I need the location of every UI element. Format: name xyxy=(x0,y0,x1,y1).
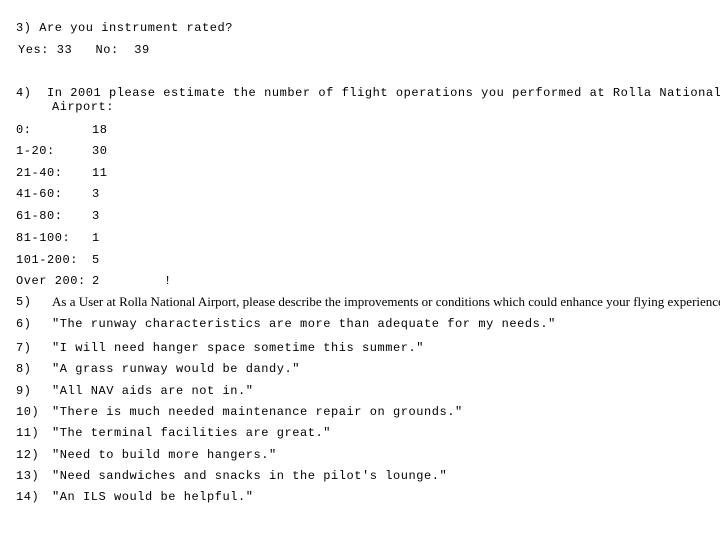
question-4-heading: 4) In 2001 please estimate the number of… xyxy=(16,86,720,100)
comment-row: 14) "An ILS would be helpful." xyxy=(0,490,720,504)
tally-label: 21-40: xyxy=(16,166,63,180)
tally-row: Over 200: 2 xyxy=(0,274,720,288)
tally-row: 0: 18 xyxy=(0,123,720,137)
tally-row: 1-20: 30 xyxy=(0,144,720,158)
tally-label: 0: xyxy=(16,123,32,137)
stray-mark: ! xyxy=(164,274,172,288)
comment-number: 11) xyxy=(16,426,40,440)
question-5-text: As a User at Rolla National Airport, ple… xyxy=(52,294,720,309)
question-3-answers: Yes: 33 No: 39 xyxy=(18,43,150,57)
tally-row: 81-100: 1 xyxy=(0,231,720,245)
comment-row: 6) "The runway characteristics are more t… xyxy=(0,317,720,331)
tally-row: 41-60: 3 xyxy=(0,187,720,201)
question-4-number: 4) xyxy=(16,86,32,100)
comment-text: "I will need hanger space sometime this … xyxy=(52,341,425,355)
comment-row: 10) "There is much needed maintenance rep… xyxy=(0,405,720,419)
comment-text: "Need sandwiches and snacks in the pilot… xyxy=(52,469,448,483)
question-3-text: Are you instrument rated? xyxy=(39,21,234,35)
tally-value: 11 xyxy=(92,166,108,180)
comment-number: 7) xyxy=(16,341,32,355)
tally-value: 5 xyxy=(92,253,100,267)
comment-number: 10) xyxy=(16,405,40,419)
comment-text: "The runway characteristics are more tha… xyxy=(52,317,556,331)
comment-number: 8) xyxy=(16,362,32,376)
comment-row: 12) "Need to build more hangers." xyxy=(0,448,720,462)
tally-value: 3 xyxy=(92,187,100,201)
comment-row: 11) "The terminal facilities are great." xyxy=(0,426,720,440)
comment-row: 8) "A grass runway would be dandy." xyxy=(0,362,720,376)
tally-row: 21-40: 11 xyxy=(0,166,720,180)
survey-results-page: 3) Are you instrument rated? Yes: 33 No:… xyxy=(0,0,720,540)
tally-label: 61-80: xyxy=(16,209,63,223)
tally-label: 41-60: xyxy=(16,187,63,201)
question-3-number: 3) xyxy=(16,21,32,35)
comment-text: "The terminal facilities are great." xyxy=(52,426,332,440)
tally-label: 81-100: xyxy=(16,231,71,245)
comment-text: "A grass runway would be dandy." xyxy=(52,362,301,376)
comment-row: 9) "All NAV aids are not in." xyxy=(0,384,720,398)
comment-number: 9) xyxy=(16,384,32,398)
tally-row: 61-80: 3 xyxy=(0,209,720,223)
comment-text: "An ILS would be helpful." xyxy=(52,490,254,504)
tally-value: 2 xyxy=(92,274,100,288)
comment-row: 13) "Need sandwiches and snacks in the pi… xyxy=(0,469,720,483)
question-4-text-line-1: In 2001 please estimate the number of fl… xyxy=(47,86,720,100)
comment-number: 13) xyxy=(16,469,40,483)
tally-value: 30 xyxy=(92,144,108,158)
tally-label: Over 200: xyxy=(16,274,86,288)
question-4-text-line-2: Airport: xyxy=(52,100,115,114)
question-3-heading: 3) Are you instrument rated? xyxy=(16,21,233,35)
tally-label: 1-20: xyxy=(16,144,55,158)
tally-value: 3 xyxy=(92,209,100,223)
comment-text: "Need to build more hangers." xyxy=(52,448,277,462)
comment-number: 12) xyxy=(16,448,40,462)
tally-label: 101-200: xyxy=(16,253,79,267)
tally-value: 1 xyxy=(92,231,100,245)
comment-number: 6) xyxy=(16,317,32,331)
tally-value: 18 xyxy=(92,123,108,137)
comment-number: 14) xyxy=(16,490,40,504)
comment-text: "There is much needed maintenance repair… xyxy=(52,405,463,419)
comment-text: "All NAV aids are not in." xyxy=(52,384,254,398)
tally-row: 101-200: 5 xyxy=(0,253,720,267)
comment-row: 7) "I will need hanger space sometime thi… xyxy=(0,341,720,355)
question-5-number: 5) xyxy=(16,295,32,309)
